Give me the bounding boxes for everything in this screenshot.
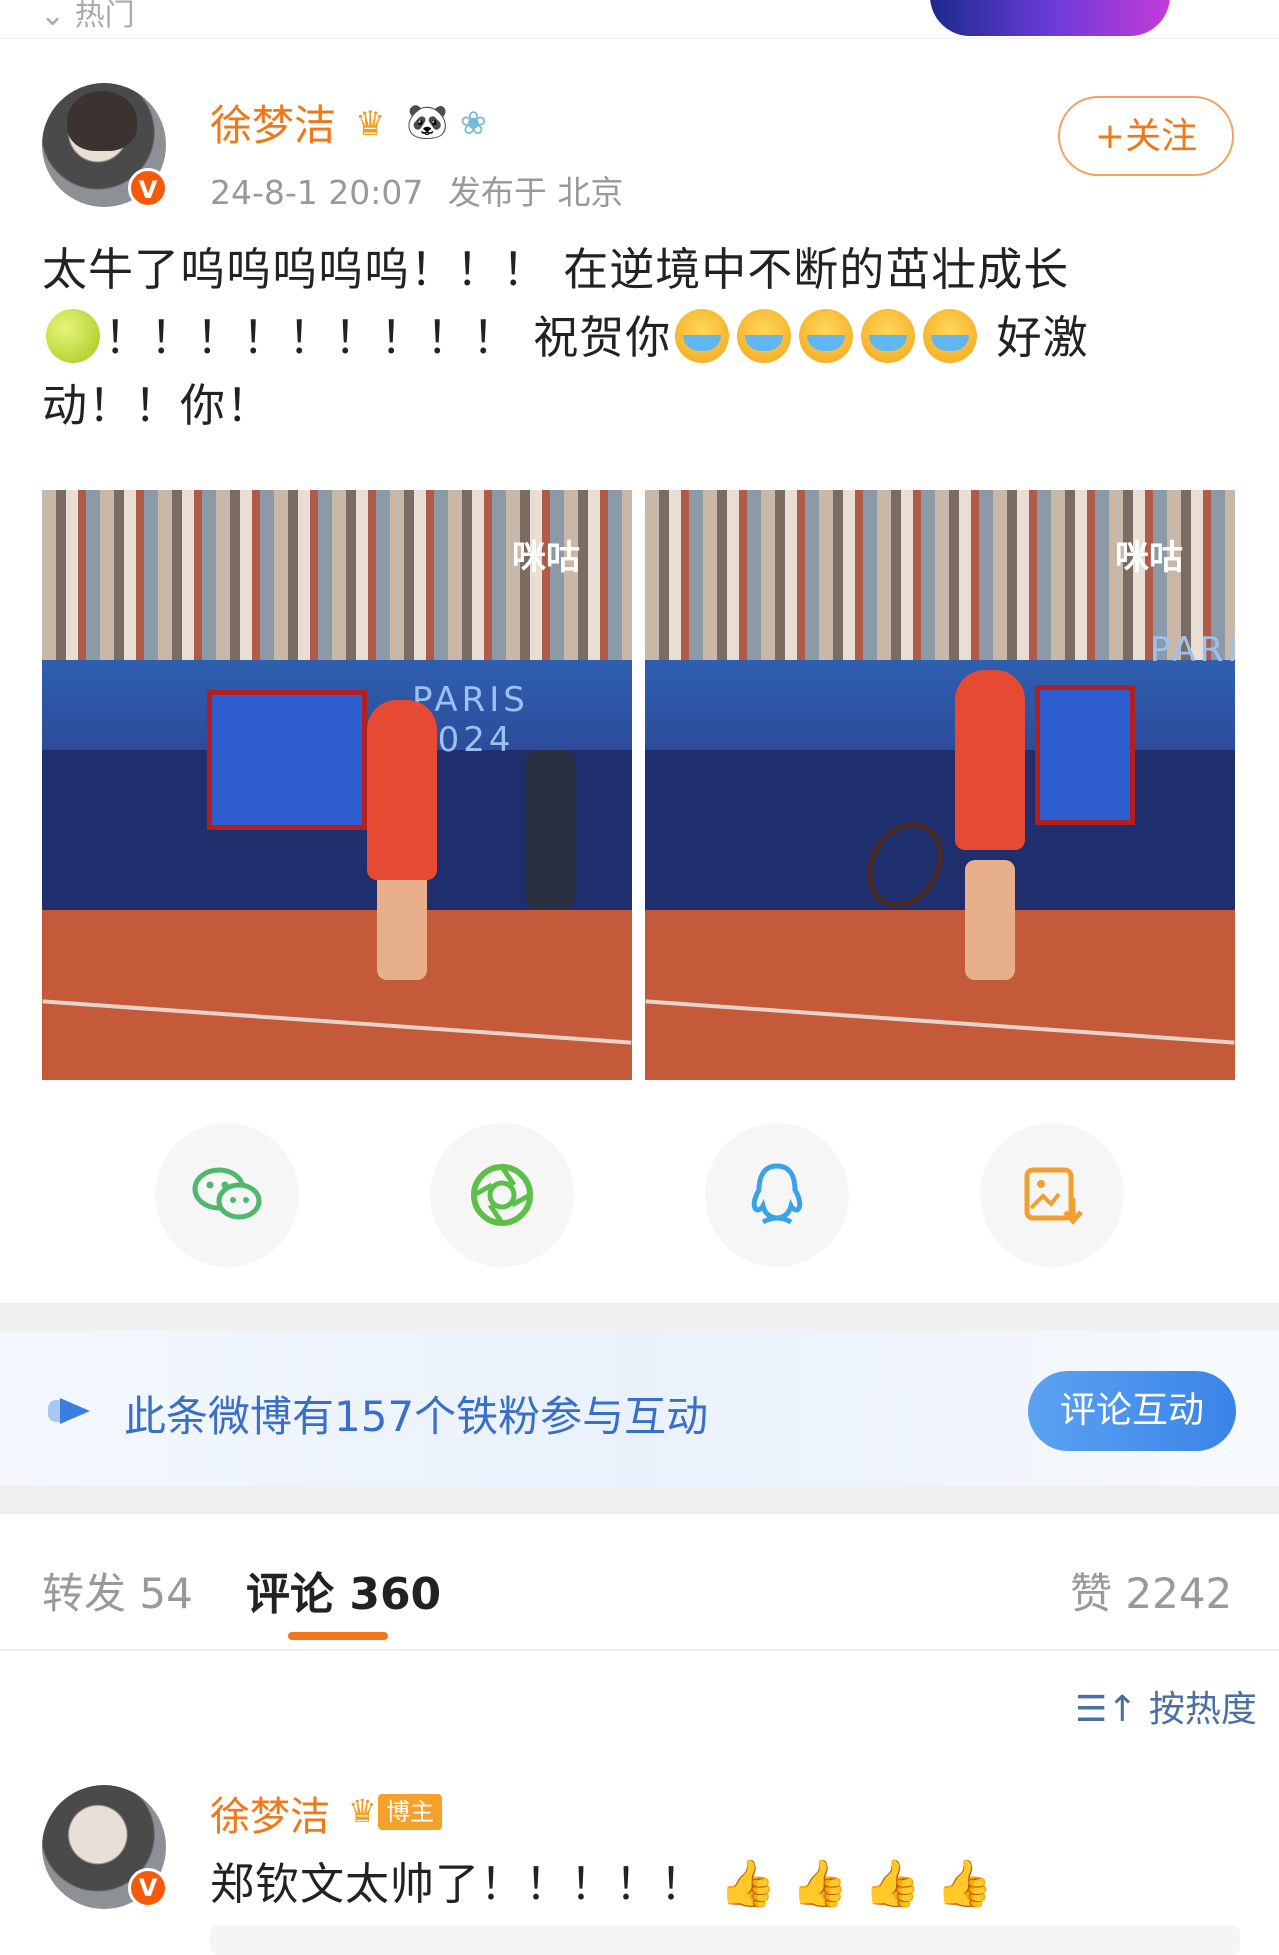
post-text-line1: 太牛了呜呜呜呜呜！！！ 在逆境中不断的茁壮成长 [42, 243, 1070, 296]
fan-badge-icon: ❀ [460, 104, 487, 142]
back-label: 热门 [74, 0, 135, 33]
follow-button[interactable]: +关注 [1058, 96, 1234, 176]
image-watermark: 咪咕 [512, 538, 580, 578]
image-scoreboard [1035, 685, 1135, 825]
post-image-2[interactable]: PARIS 咪咕 [645, 490, 1235, 1080]
image-scoreboard [207, 690, 367, 830]
sort-icon: ☰↑ [1075, 1689, 1138, 1730]
post-image-1[interactable]: PARIS 2024 咪咕 [42, 490, 632, 1080]
thumbs-up-icon: 👍 [935, 1856, 995, 1910]
share-qq-button[interactable] [705, 1123, 849, 1267]
qq-icon [751, 1163, 803, 1225]
thumbs-up-icon: 👍 [791, 1856, 850, 1910]
tab-active-indicator [288, 1632, 388, 1640]
post-time: 24-8-1 20:07 [210, 173, 424, 212]
commenter-name[interactable]: 徐梦洁 [210, 1784, 330, 1842]
sort-button[interactable]: ☰↑ 按热度 [1075, 1680, 1257, 1732]
share-moments-button[interactable] [430, 1123, 574, 1267]
top-banner-image[interactable] [930, 0, 1170, 36]
moments-icon [471, 1164, 533, 1226]
post-meta: 24-8-1 20:07 发布于 北京 [210, 166, 623, 214]
image-official [525, 750, 575, 910]
sort-label: 按热度 [1148, 1689, 1257, 1730]
crying-face-icon [737, 309, 792, 363]
tennis-ball-icon [46, 309, 100, 363]
verified-badge-icon: V [128, 1868, 168, 1908]
wechat-icon [192, 1167, 262, 1220]
crown-icon: ♛ [355, 104, 386, 144]
image-court [42, 910, 632, 1080]
fan-interaction-text: 此条微博有157个铁粉参与互动 [124, 1392, 709, 1441]
comment-reply-preview [210, 1925, 1240, 1955]
image-banner-text: PARIS [1150, 630, 1235, 670]
back-button[interactable]: ⌄ 热门 [40, 0, 135, 34]
image-crowd [42, 490, 632, 680]
section-divider [0, 1486, 1279, 1514]
share-wechat-button[interactable] [155, 1123, 299, 1267]
tabs-divider [0, 1649, 1279, 1651]
save-image-icon [1024, 1167, 1083, 1225]
crying-face-icon [675, 309, 730, 363]
crying-face-icon [799, 309, 854, 363]
panda-badge-icon: 🐼 [406, 102, 449, 142]
crying-face-icon [861, 309, 916, 363]
avatar-hair [67, 91, 137, 151]
verified-badge-icon: V [128, 168, 168, 208]
author-name[interactable]: 徐梦洁 [210, 92, 336, 153]
post-text-line3: 动！！你！ [42, 379, 273, 432]
image-player [955, 670, 1025, 850]
image-court [645, 910, 1235, 1080]
image-banner-text: PARIS 2024 [412, 680, 529, 760]
comment-interact-button[interactable]: 评论互动 [1028, 1371, 1236, 1451]
image-player-legs [965, 860, 1015, 980]
section-divider [0, 1303, 1279, 1331]
image-player [367, 700, 437, 880]
post-text: 太牛了呜呜呜呜呜！！！ 在逆境中不断的茁壮成长 ！！！！！！！！！ 祝贺你 好激… [42, 236, 1242, 440]
play-arrows-icon [48, 1398, 90, 1424]
post-location: 发布于 北京 [447, 173, 624, 212]
crown-icon: ♛ [348, 1792, 377, 1830]
tab-comment[interactable]: 评论 360 [246, 1558, 441, 1622]
tab-repost[interactable]: 转发 54 [42, 1560, 193, 1621]
save-image-button[interactable] [980, 1123, 1124, 1267]
post-text-line2: ！！！！！！！！！ 祝贺你 好激 [42, 304, 1242, 372]
back-arrow-icon: ⌄ [40, 0, 66, 33]
image-crowd [645, 490, 1235, 680]
comment-text: 郑钦文太帅了！！！！！ 👍 👍 👍 👍 [210, 1856, 995, 1910]
thumbs-up-icon: 👍 [863, 1856, 922, 1910]
thumbs-up-icon: 👍 [719, 1856, 778, 1910]
image-watermark: 咪咕 [1115, 538, 1183, 578]
author-tag-badge: 博主 [378, 1794, 442, 1830]
crying-face-icon [923, 309, 978, 363]
tab-like[interactable]: 赞 2242 [1070, 1560, 1232, 1621]
